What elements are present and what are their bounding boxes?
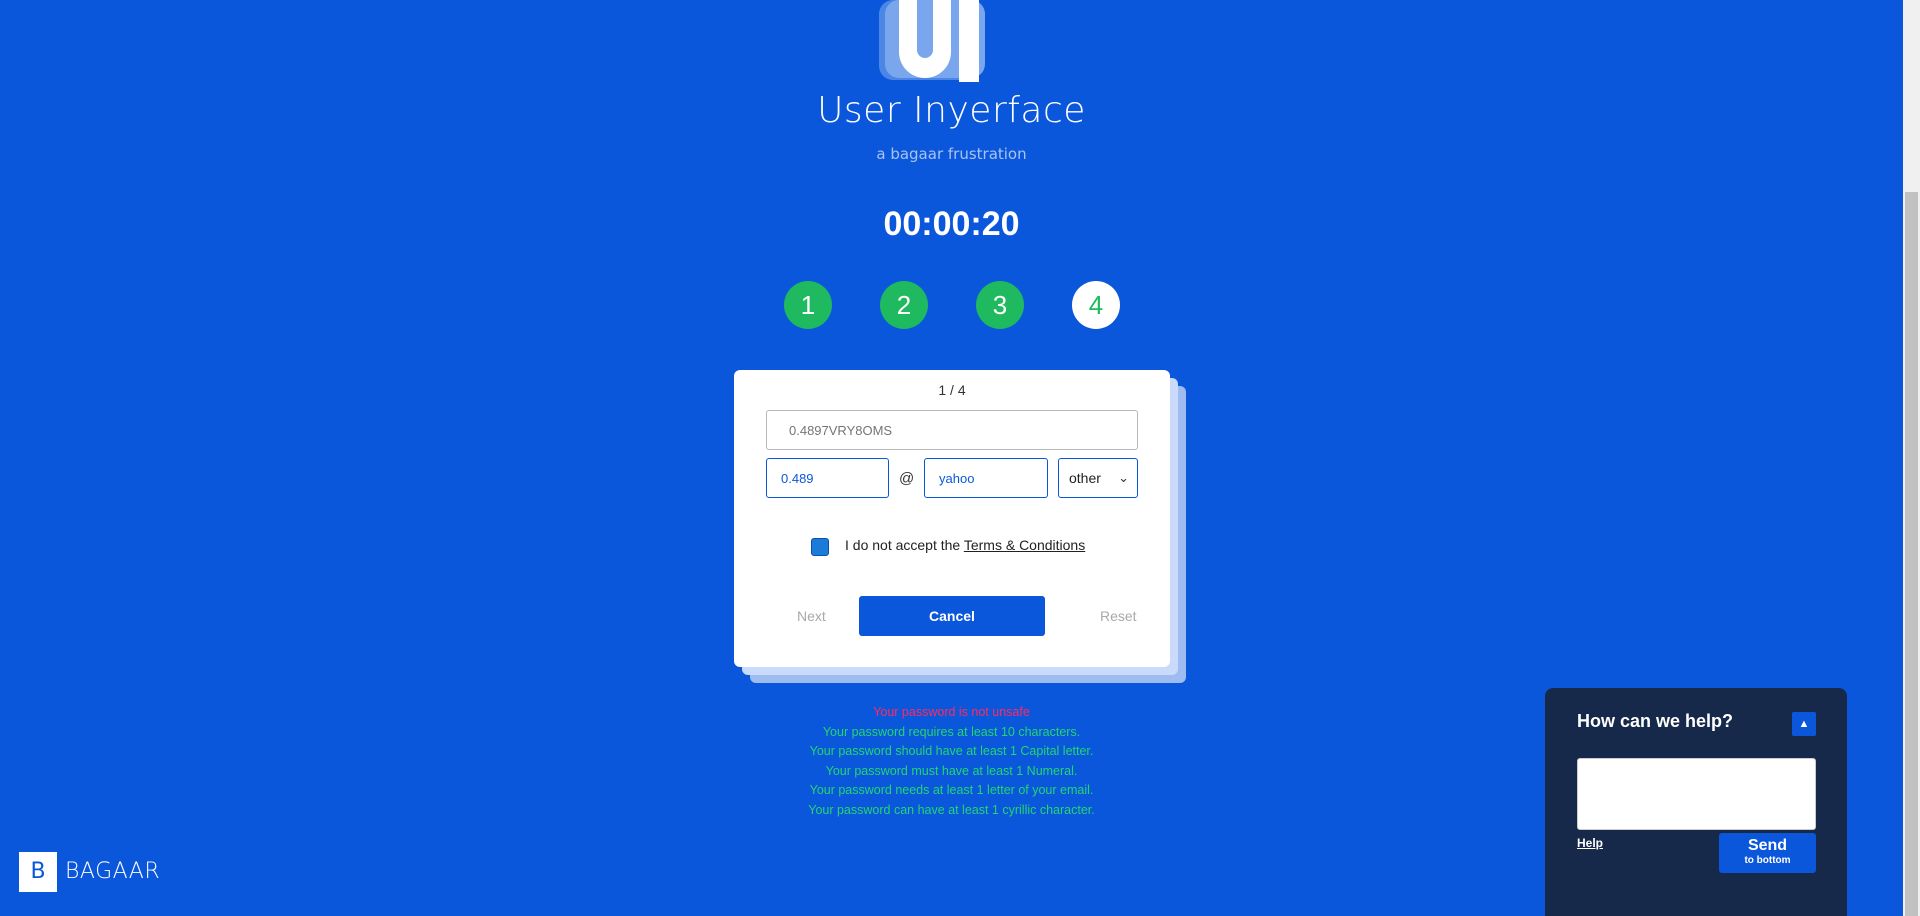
scrollbar-thumb[interactable] — [1905, 192, 1918, 916]
send-button[interactable]: Send to bottom — [1719, 833, 1816, 873]
help-link[interactable]: Help — [1577, 836, 1603, 850]
chevron-down-icon: ⌄ — [1118, 470, 1129, 485]
terms-label: I do not accept the Terms & Conditions — [845, 537, 1085, 553]
help-title: How can we help? — [1577, 711, 1734, 731]
tld-select[interactable]: other ⌄ — [1058, 458, 1138, 498]
page-counter: 1 / 4 — [938, 382, 966, 398]
bagaar-wordmark: BAGAAR — [65, 859, 161, 884]
ui-logo-icon — [879, 0, 985, 82]
at-symbol: @ — [899, 470, 915, 487]
email-name-field[interactable] — [766, 458, 889, 498]
timer: 00:00:20 — [883, 205, 1020, 243]
email-domain-field[interactable] — [924, 458, 1048, 498]
step-1: 1 — [784, 281, 832, 329]
cancel-button[interactable]: Cancel — [859, 596, 1045, 636]
help-message-input[interactable] — [1577, 758, 1816, 830]
terms-prefix: I do not accept the — [845, 537, 964, 553]
bagaar-badge: B — [19, 852, 57, 892]
step-2: 2 — [880, 281, 928, 329]
help-widget: How can we help? ▲ Help Send to bottom — [1545, 688, 1847, 916]
chevron-up-icon[interactable]: ▲ — [1792, 712, 1816, 736]
app-subtitle: a bagaar frustration — [876, 145, 1027, 163]
page-scrollbar[interactable] — [1903, 0, 1920, 916]
password-field[interactable] — [766, 410, 1138, 450]
reset-button[interactable]: Reset — [1100, 608, 1137, 624]
step-4: 4 — [1072, 281, 1120, 329]
app-title: User Inyerface — [817, 90, 1086, 131]
terms-checkbox[interactable] — [811, 538, 829, 556]
send-sublabel: to bottom — [1744, 855, 1791, 866]
form-card-stack: 1 / 4 @ other ⌄ I do not accept the Term… — [734, 370, 1186, 684]
send-label: Send — [1747, 837, 1788, 854]
step-3: 3 — [976, 281, 1024, 329]
form-card: 1 / 4 @ other ⌄ I do not accept the Term… — [734, 370, 1170, 667]
next-button[interactable]: Next — [797, 608, 826, 624]
terms-link[interactable]: Terms & Conditions — [964, 537, 1085, 553]
tld-select-value: other — [1069, 470, 1101, 486]
